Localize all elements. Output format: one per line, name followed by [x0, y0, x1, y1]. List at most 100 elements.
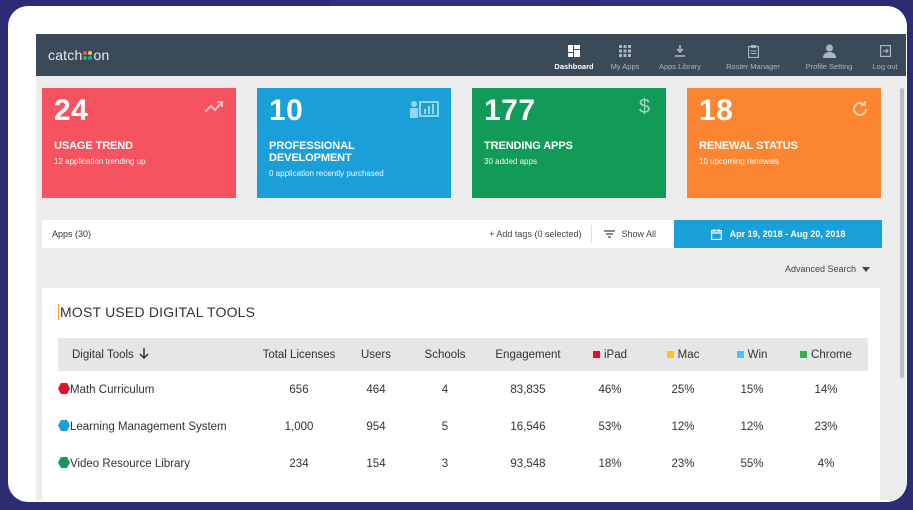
header-win[interactable]: Win	[720, 338, 784, 371]
cell-chrome: 14%	[814, 383, 838, 396]
logo-text-left: catch	[48, 47, 83, 63]
header-label: Digital Tools	[72, 349, 134, 361]
nav-label: Roster Manager	[726, 62, 780, 71]
cell-ipad: 18%	[598, 457, 622, 470]
nav-roster-manager[interactable]: Roster Manager	[712, 34, 794, 76]
header-schools[interactable]: Schools	[408, 338, 482, 371]
show-all-label: Show All	[621, 229, 656, 239]
trending-up-icon	[204, 100, 224, 119]
cell-chrome: 4%	[817, 457, 835, 470]
card-number: 24	[54, 94, 89, 127]
card-subtitle: 12 application trending up	[54, 157, 146, 166]
nav-label: Dashboard	[554, 62, 594, 71]
add-tags-button[interactable]: + Add tags (0 selected)	[489, 229, 591, 239]
cell-users: 954	[366, 420, 386, 433]
main-nav: Dashboard My Apps Apps Library Roster Ma…	[546, 34, 906, 76]
cell-win: 55%	[740, 457, 764, 470]
clipboard-icon	[747, 44, 759, 58]
cell-licenses: 1,000	[284, 420, 314, 433]
cell-engagement: 83,835	[510, 383, 546, 396]
card-professional-development[interactable]: 10 PROFESSIONAL DEVELOPMENT 0 applicatio…	[257, 88, 451, 198]
arrow-down-icon	[139, 348, 149, 360]
card-subtitle: 30 added apps	[484, 157, 537, 166]
cell-schools: 4	[441, 383, 449, 396]
header-engagement[interactable]: Engagement	[482, 338, 574, 371]
calendar-icon	[710, 228, 722, 240]
cell-mac: 25%	[671, 383, 695, 396]
advanced-search-toggle[interactable]: Advanced Search	[785, 264, 870, 274]
cell-schools: 5	[441, 420, 449, 433]
card-usage-trend[interactable]: 24 USAGE TREND 12 application trending u…	[42, 88, 236, 198]
header-label: Chrome	[811, 348, 852, 361]
card-title: PROFESSIONAL DEVELOPMENT	[269, 140, 355, 164]
presentation-icon	[409, 100, 439, 125]
cell-mac: 23%	[671, 457, 695, 470]
nav-label: Log out	[872, 62, 898, 71]
cell-licenses: 656	[289, 383, 309, 396]
most-used-tools-panel: MOST USED DIGITAL TOOLS Digital Tools To…	[42, 288, 880, 500]
nav-logout[interactable]: Log out	[864, 34, 906, 76]
cell-ipad: 46%	[598, 383, 622, 396]
chrome-legend-swatch	[800, 350, 808, 358]
cell-schools: 3	[441, 457, 449, 470]
nav-label: Profile Setting	[805, 62, 853, 71]
nav-my-apps[interactable]: My Apps	[602, 34, 648, 76]
card-number: 177	[484, 94, 536, 127]
card-subtitle: 0 application recently purchased	[269, 169, 384, 178]
card-title: RENEWAL STATUS	[699, 140, 798, 152]
scrollbar[interactable]	[900, 88, 904, 378]
cell-mac: 12%	[671, 420, 695, 433]
card-number: 18	[699, 94, 734, 127]
card-subtitle: 10 upcoming renewals	[699, 157, 780, 166]
nav-dashboard[interactable]: Dashboard	[546, 34, 602, 76]
cell-licenses: 234	[289, 457, 309, 470]
header-label: Mac	[677, 348, 700, 361]
date-range-picker[interactable]: Apr 19, 2018 - Aug 20, 2018	[674, 220, 882, 248]
summary-cards: 24 USAGE TREND 12 application trending u…	[42, 88, 882, 198]
tool-name: Video Resource Library	[70, 458, 190, 470]
cell-ipad: 53%	[598, 420, 622, 433]
hexagon-icon	[58, 383, 70, 394]
caret-down-icon	[862, 266, 870, 272]
table-row[interactable]: Learning Management System 1,000 954 5 1…	[58, 408, 868, 445]
dollar-icon: $	[638, 96, 650, 118]
user-icon	[822, 44, 836, 58]
ipad-legend-swatch	[592, 350, 600, 358]
apps-count: Apps (30)	[52, 229, 92, 239]
tool-name: Math Curriculum	[70, 384, 155, 396]
header-ipad[interactable]: iPad	[574, 338, 646, 371]
panel-title: MOST USED DIGITAL TOOLS	[58, 304, 256, 320]
logo-text-right: on	[93, 47, 110, 63]
win-legend-swatch	[736, 350, 744, 358]
app-logo[interactable]: catch on	[48, 47, 109, 63]
cell-engagement: 16,546	[510, 420, 546, 433]
top-navbar: catch on Dashboard My Apps Apps Library …	[36, 34, 906, 76]
cell-win: 15%	[740, 383, 764, 396]
advanced-search-label: Advanced Search	[784, 264, 856, 274]
nav-label: Apps Library	[658, 62, 702, 71]
mac-legend-swatch	[666, 350, 674, 358]
header-chrome[interactable]: Chrome	[784, 338, 868, 371]
table-row[interactable]: Math Curriculum 656 464 4 83,835 46% 25%…	[58, 371, 868, 408]
cell-users: 464	[366, 383, 386, 396]
show-all-button[interactable]: Show All	[592, 229, 674, 239]
sort-digital-tools-header[interactable]: Digital Tools	[58, 338, 254, 371]
logo-dots-icon	[83, 50, 93, 60]
card-renewal-status[interactable]: 18 RENEWAL STATUS 10 upcoming renewals	[687, 88, 881, 198]
header-users[interactable]: Users	[344, 338, 408, 371]
nav-profile-setting[interactable]: Profile Setting	[794, 34, 864, 76]
table-row[interactable]: Video Resource Library 234 154 3 93,548 …	[58, 445, 868, 482]
cell-users: 154	[366, 457, 386, 470]
cell-win: 12%	[740, 420, 764, 433]
download-icon	[674, 44, 686, 58]
card-trending-apps[interactable]: 177 TRENDING APPS 30 added apps $	[472, 88, 666, 198]
header-label: iPad	[603, 348, 628, 361]
header-total-licenses[interactable]: Total Licenses	[254, 338, 344, 371]
filter-bar: Apps (30) + Add tags (0 selected) Show A…	[42, 220, 882, 248]
filter-icon	[604, 230, 616, 238]
header-mac[interactable]: Mac	[646, 338, 720, 371]
tool-name: Learning Management System	[70, 421, 227, 433]
nav-apps-library[interactable]: Apps Library	[648, 34, 712, 76]
nav-label: My Apps	[610, 62, 640, 71]
header-label: Win	[747, 348, 768, 361]
